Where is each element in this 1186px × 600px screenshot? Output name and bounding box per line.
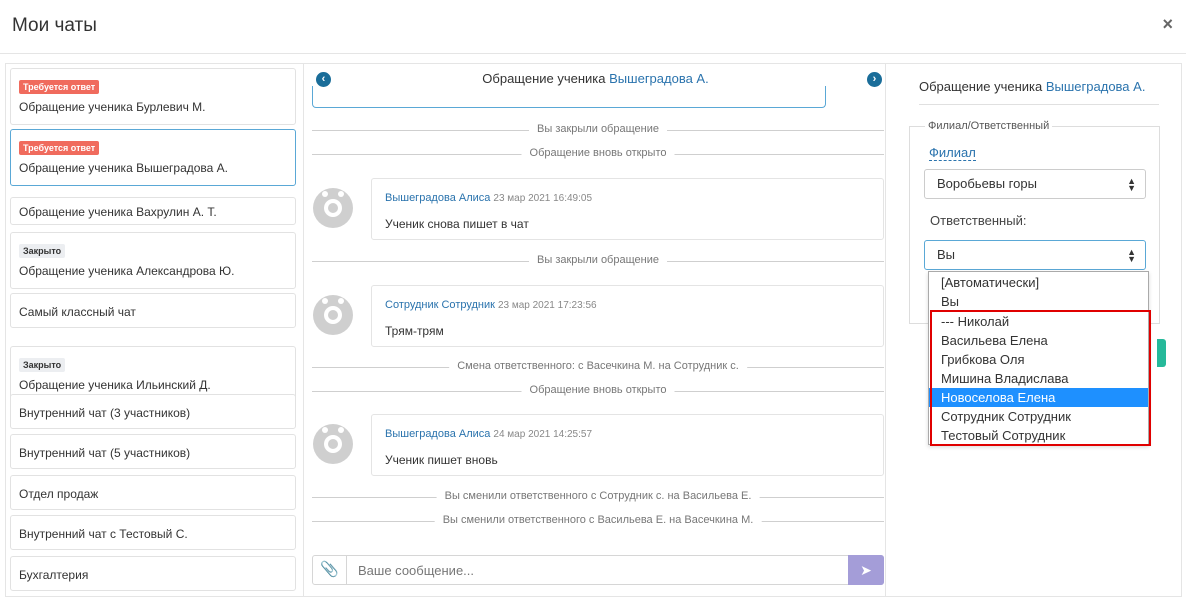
message-time: 23 мар 2021 17:23:56 bbox=[497, 300, 597, 311]
filial-select-value: Воробьевы горы bbox=[937, 176, 1037, 191]
previous-message-box bbox=[312, 86, 826, 108]
chat-name: Внутренний чат (3 участников) bbox=[19, 406, 191, 420]
chat-name: Бухгалтерия bbox=[19, 568, 89, 582]
system-event-text: Обращение вновь открыто bbox=[521, 147, 675, 159]
avatar-icon bbox=[313, 188, 353, 228]
details-title: Обращение ученика Вышеградова А. bbox=[919, 79, 1159, 105]
chat-list-item[interactable]: Требуется ответ Обращение ученика Бурлеви… bbox=[10, 68, 296, 125]
status-badge: Требуется ответ bbox=[19, 141, 100, 155]
message-meta: Сотрудник Сотрудник 23 мар 2021 17:23:56 bbox=[385, 299, 597, 311]
message-bubble: Вышеградова Алиса 23 мар 2021 16:49:05 Уче… bbox=[371, 178, 884, 240]
close-icon[interactable]: × bbox=[1162, 14, 1173, 35]
message-input[interactable] bbox=[348, 556, 848, 584]
responsible-select[interactable]: Вы ▲ ▼ bbox=[924, 240, 1146, 270]
modal-title: Мои чаты bbox=[12, 15, 97, 36]
system-event: Вы закрыли обращение bbox=[312, 123, 884, 137]
message-meta: Вышеградова Алиса 23 мар 2021 16:49:05 bbox=[385, 192, 592, 204]
details-panel: Обращение ученика Вышеградова А. Филиал/… bbox=[887, 64, 1181, 596]
system-event-text: Обращение вновь открыто bbox=[521, 384, 675, 396]
dropdown-option[interactable]: [Автоматически] bbox=[929, 273, 1148, 292]
dropdown-option[interactable]: Грибкова Оля bbox=[929, 350, 1148, 369]
responsible-dropdown: Тестовый Сотрудник Сотрудник Сотрудник Нов… bbox=[928, 271, 1151, 446]
chat-list-item[interactable]: Обращение ученика Вахрулин А. Т. bbox=[10, 197, 296, 225]
system-event: Обращение вновь открыто bbox=[312, 147, 884, 161]
responsible-label: Ответственный: bbox=[930, 213, 1027, 228]
message-text: Ученик пишет вновь bbox=[385, 453, 498, 467]
chat-name: Обращение ученика Ильинский Д. bbox=[19, 378, 211, 392]
message-text: Ученик снова пишет в чат bbox=[385, 217, 529, 231]
select-arrows-icon: ▲ ▼ bbox=[1127, 176, 1136, 193]
select-arrows-icon: ▲ ▼ bbox=[1127, 247, 1136, 264]
message-meta: Вышеградова Алиса 24 мар 2021 14:25:57 bbox=[385, 428, 592, 440]
message-author[interactable]: Вышеградова Алиса bbox=[385, 428, 490, 440]
chat-list-item[interactable]: Бухгалтерия bbox=[10, 556, 296, 591]
details-student-link[interactable]: Вышеградова А. bbox=[1046, 79, 1146, 94]
system-event-text: Вы сменили ответственного с Сотрудник с.… bbox=[436, 490, 760, 502]
save-button[interactable] bbox=[1157, 339, 1166, 367]
filial-link[interactable]: Филиал bbox=[929, 145, 976, 161]
message-time: 23 мар 2021 16:49:05 bbox=[493, 193, 593, 204]
dropdown-option[interactable]: Мишина Владислава bbox=[929, 369, 1148, 388]
message-time: 24 мар 2021 14:25:57 bbox=[493, 429, 593, 440]
chat-name: Отдел продаж bbox=[19, 487, 99, 501]
chat-list-item[interactable]: Закрыто Обращение ученика Александрова Ю. bbox=[10, 232, 296, 289]
chat-name: Внутренний чат с Тестовый С. bbox=[19, 527, 188, 541]
conversation-student-link[interactable]: Вышеградова А. bbox=[609, 71, 709, 86]
system-event-text: Смена ответственного: с Васечкина М. на … bbox=[449, 360, 747, 372]
chat-list-item[interactable]: Требуется ответ Обращение ученика Вышегра… bbox=[10, 129, 296, 186]
attach-icon[interactable]: 📎 bbox=[313, 556, 347, 584]
status-badge: Требуется ответ bbox=[19, 80, 100, 94]
chat-name: Обращение ученика Вахрулин А. Т. bbox=[19, 205, 217, 219]
system-event-text: Вы сменили ответственного с Васильева Е.… bbox=[434, 514, 762, 526]
chat-name: Обращение ученика Вышеградова А. bbox=[19, 161, 228, 175]
dropdown-option[interactable]: Сотрудник Сотрудник bbox=[929, 407, 1148, 426]
system-event: Обращение вновь открыто bbox=[312, 384, 884, 398]
chat-list-item[interactable]: Отдел продаж bbox=[10, 475, 296, 510]
next-chat-icon[interactable]: › bbox=[867, 72, 882, 87]
chat-list-item[interactable]: Внутренний чат (5 участников) bbox=[10, 434, 296, 469]
dropdown-option[interactable]: Тестовый Сотрудник bbox=[929, 426, 1148, 445]
conversation-title-prefix: Обращение ученика bbox=[482, 71, 606, 86]
chat-name: Обращение ученика Александрова Ю. bbox=[19, 264, 235, 278]
modal-header: Мои чаты × bbox=[0, 0, 1186, 54]
dropdown-option[interactable]: Новоселова Елена bbox=[929, 388, 1148, 407]
modal-body: Требуется ответ Обращение ученика Бурлеви… bbox=[5, 63, 1182, 597]
status-badge: Закрыто bbox=[19, 358, 66, 372]
system-event: Вы сменили ответственного с Сотрудник с.… bbox=[312, 490, 884, 504]
system-event: Вы сменили ответственного с Васильева Е.… bbox=[312, 514, 884, 528]
avatar-icon bbox=[313, 295, 353, 335]
dropdown-option[interactable]: --- Николай bbox=[929, 312, 1148, 331]
status-badge: Закрыто bbox=[19, 244, 66, 258]
chat-name: Внутренний чат (5 участников) bbox=[19, 446, 191, 460]
conversation-panel: ‹ Обращение ученика Вышеградова А. › Вы … bbox=[303, 64, 886, 596]
system-event: Вы закрыли обращение bbox=[312, 254, 884, 268]
message-bubble: Вышеградова Алиса 24 мар 2021 14:25:57 Уче… bbox=[371, 414, 884, 476]
chat-name: Обращение ученика Бурлевич М. bbox=[19, 100, 206, 114]
send-button[interactable]: ➤ bbox=[848, 555, 884, 585]
fieldset-legend: Филиал/Ответственный bbox=[925, 120, 1053, 132]
message-author[interactable]: Вышеградова Алиса bbox=[385, 192, 490, 204]
details-title-prefix: Обращение ученика bbox=[919, 79, 1043, 94]
chat-list: Требуется ответ Обращение ученика Бурлеви… bbox=[8, 66, 298, 594]
message-text: Трям-трям bbox=[385, 324, 444, 338]
chat-name: Самый классный чат bbox=[19, 305, 136, 319]
chat-list-item[interactable]: Самый классный чат bbox=[10, 293, 296, 328]
message-composer: 📎 ➤ bbox=[312, 555, 884, 585]
conversation-title: Обращение ученика Вышеградова А. bbox=[304, 71, 887, 86]
filial-select[interactable]: Воробьевы горы ▲ ▼ bbox=[924, 169, 1146, 199]
dropdown-option[interactable]: Васильева Елена bbox=[929, 331, 1148, 350]
system-event: Смена ответственного: с Васечкина М. на … bbox=[312, 360, 884, 374]
avatar-icon bbox=[313, 424, 353, 464]
system-event-text: Вы закрыли обращение bbox=[529, 123, 667, 135]
responsible-select-value: Вы bbox=[937, 247, 956, 262]
message-author[interactable]: Сотрудник Сотрудник bbox=[385, 299, 495, 311]
system-event-text: Вы закрыли обращение bbox=[529, 254, 667, 266]
message-bubble: Сотрудник Сотрудник 23 мар 2021 17:23:56 Т… bbox=[371, 285, 884, 347]
dropdown-option[interactable]: Вы bbox=[929, 292, 1148, 311]
chat-list-item[interactable]: Внутренний чат с Тестовый С. bbox=[10, 515, 296, 550]
chat-list-item[interactable]: Внутренний чат (3 участников) bbox=[10, 394, 296, 429]
